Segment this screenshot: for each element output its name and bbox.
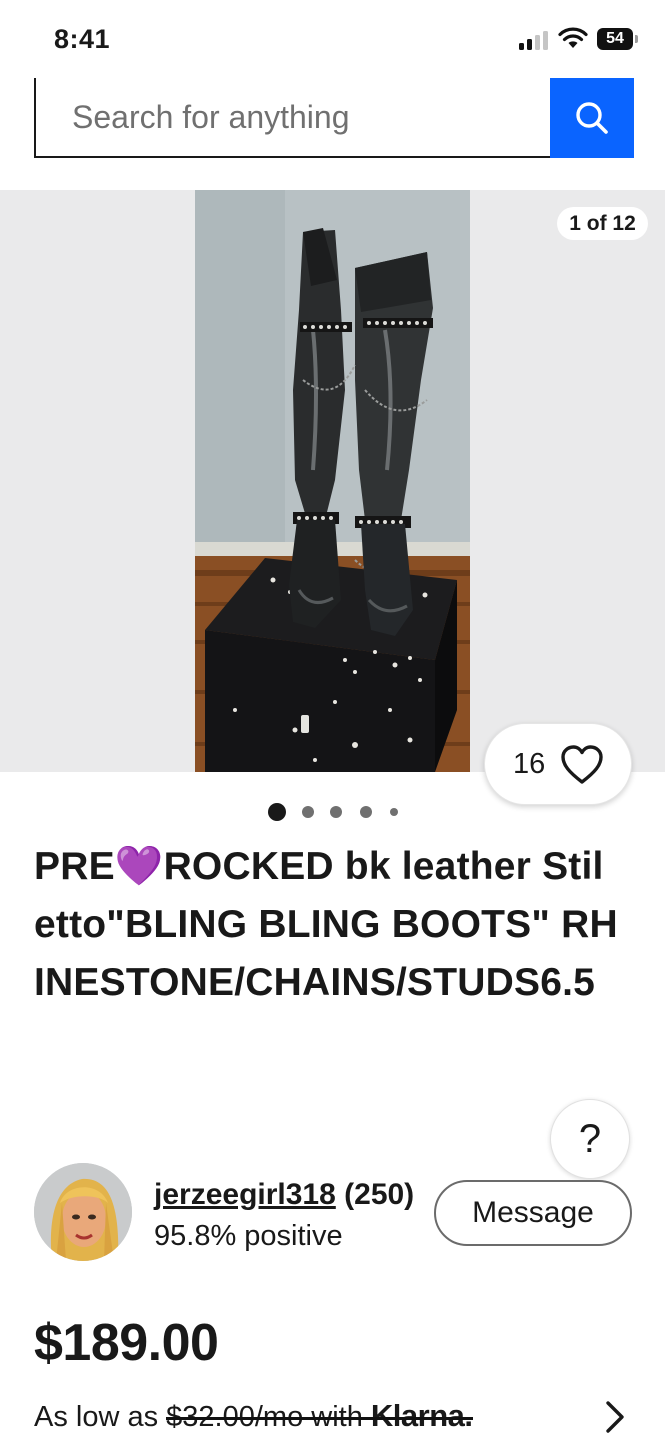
search-button[interactable] <box>550 78 634 158</box>
status-time: 8:41 <box>54 24 111 54</box>
financing-prefix: As low as <box>34 1401 167 1433</box>
watch-count: 16 <box>513 748 546 780</box>
message-seller-button[interactable]: Message <box>434 1180 632 1246</box>
image-gallery[interactable] <box>0 190 665 772</box>
seller-feedback-percent: 95.8% positive <box>154 1220 343 1252</box>
listing-title: PRE💜ROCKED bk leather Stiletto"BLING BLI… <box>34 838 624 1012</box>
wifi-icon <box>558 27 588 48</box>
image-counter: 1 of 12 <box>557 207 648 240</box>
seller-feedback-count: (250) <box>344 1178 415 1211</box>
financing-amount-text: $32.00/mo with <box>166 1401 371 1433</box>
seller-avatar[interactable] <box>34 1163 132 1261</box>
pager-dot-active[interactable] <box>268 803 286 821</box>
pager-dot[interactable] <box>390 808 398 816</box>
klarna-logo: Klarna. <box>370 1398 473 1433</box>
chevron-right-icon[interactable] <box>604 1400 626 1434</box>
battery-icon: 54 <box>597 28 633 50</box>
financing-amount: $32.00/mo with Klarna. <box>166 1398 473 1433</box>
watch-button[interactable]: 16 <box>484 723 632 805</box>
seller-name-link[interactable]: jerzeegirl318 <box>154 1178 336 1211</box>
help-button[interactable]: ? <box>550 1099 630 1179</box>
seller-info: jerzeegirl318 (250) <box>154 1178 414 1212</box>
pager-dot[interactable] <box>330 806 342 818</box>
search-input[interactable] <box>36 78 552 156</box>
search-bar <box>34 78 634 158</box>
heart-icon <box>561 745 603 784</box>
cellular-signal-icon <box>519 30 551 50</box>
item-price: $189.00 <box>34 1314 219 1372</box>
financing-row[interactable]: As low as $32.00/mo with Klarna. <box>34 1398 473 1434</box>
pager-dot[interactable] <box>360 806 372 818</box>
listing-photo[interactable] <box>195 190 470 772</box>
status-bar: 8:41 54 <box>0 0 665 78</box>
purple-heart-emoji: 💜 <box>114 845 164 888</box>
battery-tip <box>635 35 638 43</box>
pager-dot[interactable] <box>302 806 314 818</box>
title-part-1: PRE <box>34 845 115 888</box>
search-icon <box>576 102 608 134</box>
